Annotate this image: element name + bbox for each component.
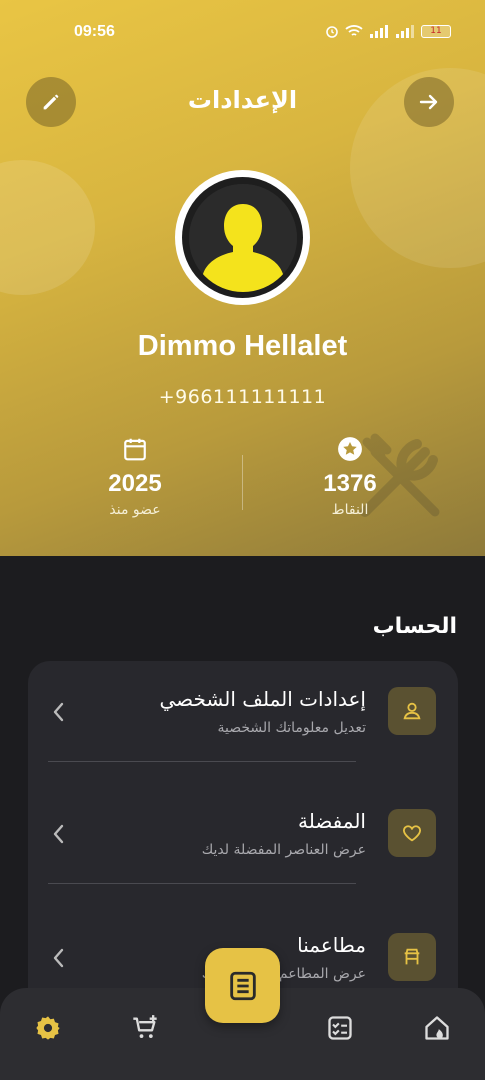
member-since-stat: 2025 عضو منذ <box>75 434 195 518</box>
item-title: مطاعمنا <box>297 933 366 957</box>
add-cart-icon <box>133 1015 157 1039</box>
orders-icon <box>328 1016 352 1040</box>
heart-icon <box>402 825 422 842</box>
star-circle-icon <box>338 437 362 461</box>
user-phone: +966111111111 <box>158 386 327 408</box>
row-divider <box>48 761 356 762</box>
status-time: 09:56 <box>74 23 115 40</box>
profile-settings-item[interactable]: إعدادات الملف الشخصي تعديل معلوماتك الشخ… <box>28 661 458 761</box>
section-title-account: الحساب <box>372 614 457 639</box>
profile-header: 09:56 11 الإعدادات Dimmo Hellalet +96611… <box>0 0 485 556</box>
decor-blob <box>0 160 95 295</box>
signal-icon <box>396 24 414 38</box>
chevron-left-icon <box>53 702 64 722</box>
item-title: إعدادات الملف الشخصي <box>159 687 366 711</box>
signal-icon <box>370 24 388 38</box>
avatar[interactable] <box>175 170 310 305</box>
user-silhouette-icon <box>188 183 297 292</box>
points-value: 1376 <box>323 470 377 497</box>
home-fire-icon <box>425 1016 449 1040</box>
back-button[interactable] <box>404 77 454 127</box>
item-subtitle: عرض العناصر المفضلة لديك <box>201 842 366 858</box>
user-name: Dimmo Hellalet <box>137 330 348 362</box>
alarm-icon <box>326 26 338 38</box>
member-since-value: 2025 <box>108 470 162 497</box>
status-icons: 11 <box>325 24 451 38</box>
stat-divider <box>242 455 243 510</box>
chevron-left-icon <box>53 824 64 844</box>
points-label: النقاط <box>331 502 369 518</box>
wifi-icon <box>345 25 363 36</box>
menu-fab-button[interactable] <box>205 948 280 1023</box>
item-title: المفضلة <box>297 809 366 833</box>
nav-orders[interactable] <box>322 1010 358 1046</box>
nav-add-cart[interactable] <box>127 1010 163 1046</box>
restaurant-icon <box>404 948 420 965</box>
member-since-label: عضو منذ <box>109 502 161 518</box>
status-bar: 09:56 11 <box>0 0 485 64</box>
settings-icon <box>36 1016 60 1040</box>
calendar-icon <box>124 438 146 461</box>
chevron-left-icon <box>53 948 64 968</box>
nav-settings[interactable] <box>30 1010 66 1046</box>
arrow-right-icon <box>419 94 438 110</box>
battery-icon: 11 <box>421 24 451 38</box>
nav-home[interactable] <box>419 1010 455 1046</box>
points-stat: 1376 النقاط <box>290 434 410 518</box>
item-subtitle: تعديل معلوماتك الشخصية <box>217 720 366 736</box>
favorites-item[interactable]: المفضلة عرض العناصر المفضلة لديك <box>28 783 458 883</box>
person-icon <box>403 702 421 720</box>
row-divider <box>48 883 356 884</box>
menu-icon <box>229 971 256 1000</box>
